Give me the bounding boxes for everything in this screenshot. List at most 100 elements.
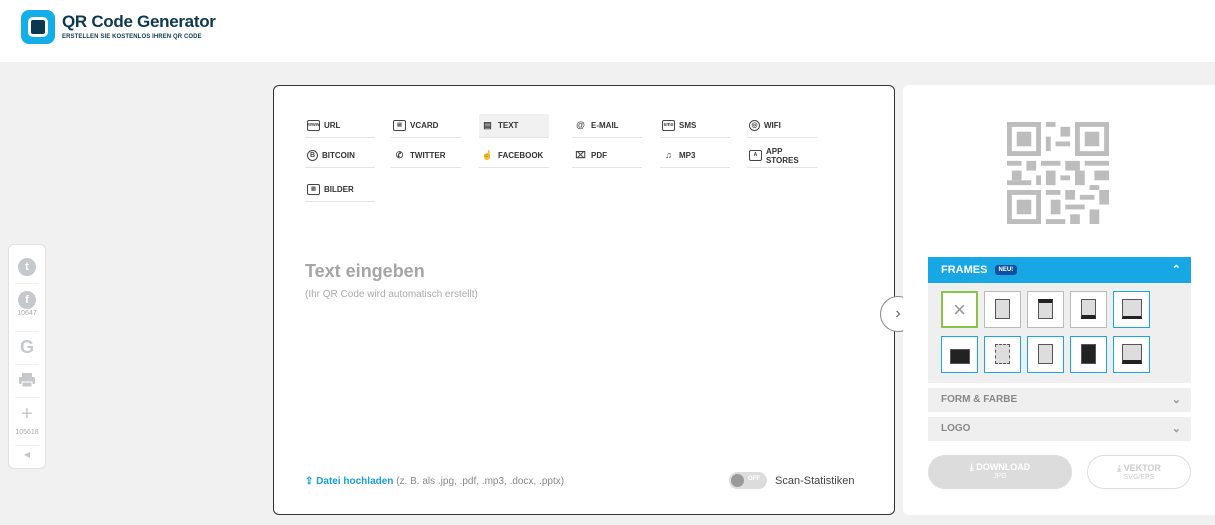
type-bitcoin-button[interactable]: B BITCOIN bbox=[305, 144, 375, 168]
type-vcard-button[interactable]: ▤ VCARD bbox=[391, 114, 461, 138]
download-jpg-button[interactable]: ⤓ DOWNLOAD JPG bbox=[928, 455, 1072, 489]
app-store-icon: A bbox=[749, 150, 762, 161]
pdf-icon: ⌧ bbox=[575, 150, 586, 160]
type-label: FACEBOOK bbox=[498, 151, 544, 160]
type-label: VCARD bbox=[410, 121, 439, 130]
frame-option[interactable] bbox=[984, 336, 1021, 373]
type-label: SMS bbox=[679, 121, 697, 130]
facebook-share-count: 10647 bbox=[17, 310, 37, 317]
type-facebook-button[interactable]: ☝ FACEBOOK bbox=[479, 144, 549, 168]
frames-title: FRAMES bbox=[941, 264, 988, 276]
type-text-button[interactable]: ▤ TEXT bbox=[479, 114, 549, 138]
type-mp3-button[interactable]: ♫ MP3 bbox=[660, 144, 730, 168]
type-label: URL bbox=[324, 121, 341, 130]
twitter-icon: t bbox=[18, 258, 36, 276]
type-label: E-MAIL bbox=[591, 121, 619, 130]
type-app-stores-button[interactable]: A APP STORES bbox=[747, 144, 817, 168]
vector-format: SVG/EPS bbox=[1123, 474, 1155, 481]
type-label: WIFI bbox=[764, 121, 781, 130]
frames-gallery: × bbox=[928, 283, 1191, 383]
download-vector-button[interactable]: ⤓ VEKTOR SVG/EPS bbox=[1087, 455, 1191, 489]
close-icon: × bbox=[953, 297, 966, 322]
type-label: BILDER bbox=[324, 185, 354, 194]
download-icon: ⤓ bbox=[969, 462, 974, 472]
sms-icon: sms bbox=[662, 120, 675, 131]
logo-icon[interactable] bbox=[21, 10, 55, 44]
vector-label: VEKTOR bbox=[1123, 463, 1161, 473]
type-e-mail-button[interactable]: @ E-MAIL bbox=[572, 114, 642, 138]
frames-accordion-header[interactable]: FRAMES NEU! ⌃ bbox=[928, 257, 1191, 283]
facebook-icon: f bbox=[18, 291, 36, 309]
type-label: APP STORES bbox=[765, 146, 799, 165]
frame-option[interactable] bbox=[984, 291, 1021, 328]
chevron-down-icon: ⌄ bbox=[1171, 423, 1181, 435]
form-color-label: FORM & FARBE bbox=[941, 394, 1018, 405]
vcard-icon: ▤ bbox=[393, 120, 406, 131]
printer-icon bbox=[19, 373, 35, 388]
type-label: TEXT bbox=[498, 121, 519, 130]
collapse-left-icon: ◀ bbox=[23, 450, 31, 459]
music-icon: ♫ bbox=[665, 150, 672, 160]
upload-link[interactable]: ⇪ Datei hochladen bbox=[305, 476, 393, 487]
frame-option[interactable] bbox=[1027, 336, 1064, 373]
download-format: JPG bbox=[993, 473, 1007, 480]
chevron-up-icon: ⌃ bbox=[1171, 264, 1181, 276]
chevron-down-icon: ⌄ bbox=[1171, 394, 1181, 406]
download-icon: ⤓ bbox=[1117, 463, 1122, 473]
logo-label: LOGO bbox=[941, 423, 971, 434]
type-label: TWITTER bbox=[410, 151, 446, 160]
frame-option[interactable] bbox=[1070, 336, 1107, 373]
text-input-hint: (Ihr QR Code wird automatisch erstellt) bbox=[305, 289, 478, 300]
frame-option[interactable] bbox=[1113, 336, 1150, 373]
image-icon: ▨ bbox=[307, 184, 320, 195]
upload-hint: (z. B. als .jpg, .pdf, .mp3, .docx, .ppt… bbox=[396, 476, 565, 487]
frame-option[interactable] bbox=[1070, 291, 1107, 328]
frame-option[interactable] bbox=[1027, 291, 1064, 328]
toggle-state: OFF bbox=[748, 476, 760, 482]
more-share-button[interactable]: + 105618 bbox=[9, 403, 45, 442]
download-label: DOWNLOAD bbox=[976, 462, 1031, 472]
collapse-share-bar-button[interactable]: ◀ bbox=[9, 450, 45, 459]
type-pdf-button[interactable]: ⌧ PDF bbox=[572, 144, 642, 168]
type-bilder-button[interactable]: ▨ BILDER bbox=[305, 178, 375, 202]
frame-option[interactable] bbox=[941, 336, 978, 373]
plus-icon: + bbox=[21, 403, 33, 425]
text-icon: ▤ bbox=[483, 120, 492, 130]
content-type-panel: www URL ▤ VCARD ▤ TEXT @ E-MAIL sms SMS ◎ WIFI B BITC… bbox=[273, 85, 895, 515]
google-icon: G bbox=[19, 337, 34, 357]
frame-none[interactable]: × bbox=[941, 291, 978, 328]
more-share-count: 105618 bbox=[15, 429, 39, 436]
twitter-share-button[interactable]: t bbox=[9, 257, 45, 276]
scan-stats-toggle[interactable]: OFF bbox=[729, 472, 767, 489]
scan-stats-label: Scan-Statistiken bbox=[775, 475, 855, 487]
type-sms-button[interactable]: sms SMS bbox=[660, 114, 730, 138]
upload-link-label: Datei hochladen bbox=[316, 476, 394, 487]
bitcoin-icon: B bbox=[307, 150, 318, 161]
facebook-share-button[interactable]: f 10647 bbox=[9, 290, 45, 317]
text-input-heading[interactable]: Text eingeben bbox=[305, 261, 425, 282]
form-color-accordion[interactable]: FORM & FARBE ⌄ bbox=[928, 388, 1191, 412]
new-badge: NEU! bbox=[994, 265, 1018, 275]
type-label: MP3 bbox=[679, 151, 696, 160]
top-bar: QR Code Generator ERSTELLEN SIE KOSTENLO… bbox=[0, 0, 1215, 62]
logo-accordion[interactable]: LOGO ⌄ bbox=[928, 417, 1191, 441]
type-label: BITCOIN bbox=[322, 151, 355, 160]
print-button[interactable] bbox=[9, 371, 45, 394]
social-share-bar: t f 10647 G + 105618 ◀ bbox=[8, 244, 46, 469]
type-url-button[interactable]: www URL bbox=[305, 114, 375, 138]
google-share-button[interactable]: G bbox=[9, 337, 45, 358]
brand-subtitle: ERSTELLEN SIE KOSTENLOS IHREN QR CODE bbox=[62, 34, 202, 40]
url-icon: www bbox=[307, 120, 320, 131]
chevron-right-icon: › bbox=[895, 305, 901, 322]
frame-option[interactable] bbox=[1113, 291, 1150, 328]
email-icon: @ bbox=[576, 120, 585, 130]
brand-title[interactable]: QR Code Generator bbox=[62, 12, 216, 32]
qr-code-preview bbox=[1007, 122, 1109, 224]
upload-icon: ⇪ bbox=[305, 476, 314, 487]
upload-area: ⇪ Datei hochladen (z. B. als .jpg, .pdf,… bbox=[305, 476, 564, 487]
twitter-icon: ✆ bbox=[395, 150, 404, 160]
type-twitter-button[interactable]: ✆ TWITTER bbox=[391, 144, 461, 168]
type-wifi-button[interactable]: ◎ WIFI bbox=[747, 114, 817, 138]
type-label: PDF bbox=[591, 151, 607, 160]
wifi-icon: ◎ bbox=[749, 120, 760, 131]
